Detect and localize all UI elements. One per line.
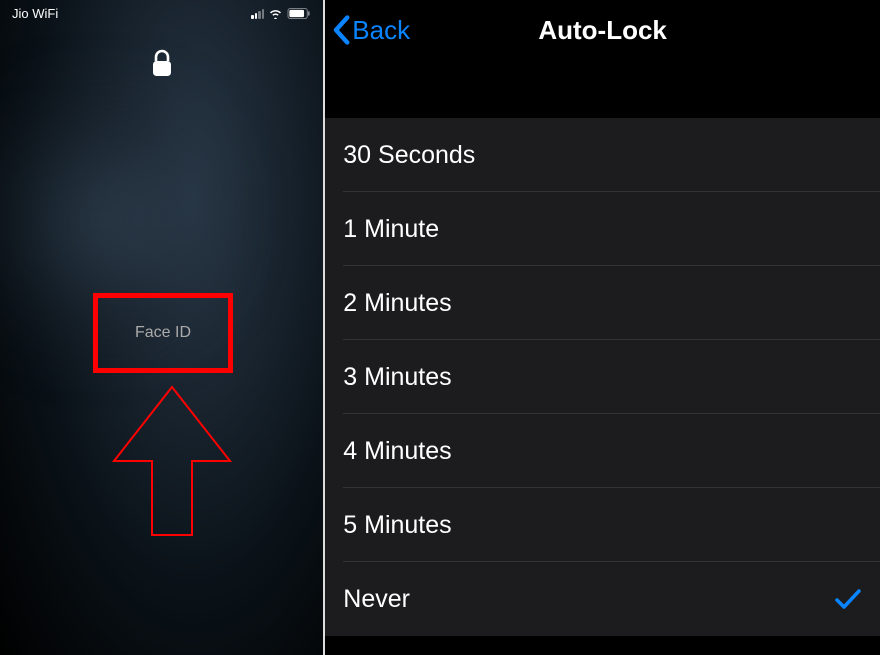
option-3-minutes[interactable]: 3 Minutes bbox=[325, 340, 880, 414]
option-30-seconds[interactable]: 30 Seconds bbox=[325, 118, 880, 192]
checkmark-icon bbox=[834, 588, 862, 610]
battery-icon bbox=[287, 8, 311, 19]
status-icons bbox=[251, 8, 311, 19]
section-spacer bbox=[325, 60, 880, 118]
option-label: 5 Minutes bbox=[343, 511, 451, 540]
option-label: 1 Minute bbox=[343, 215, 439, 244]
option-5-minutes[interactable]: 5 Minutes bbox=[325, 488, 880, 562]
option-label: 30 Seconds bbox=[343, 141, 475, 170]
option-label: 2 Minutes bbox=[343, 289, 451, 318]
option-1-minute[interactable]: 1 Minute bbox=[325, 192, 880, 266]
option-label: 3 Minutes bbox=[343, 363, 451, 392]
lock-icon bbox=[151, 49, 173, 79]
autolock-options-list: 30 Seconds 1 Minute 2 Minutes 3 Minutes … bbox=[325, 118, 880, 636]
option-2-minutes[interactable]: 2 Minutes bbox=[325, 266, 880, 340]
back-button[interactable]: Back bbox=[325, 15, 410, 46]
page-title: Auto-Lock bbox=[538, 15, 667, 46]
settings-panel: Back Auto-Lock 30 Seconds 1 Minute 2 Min… bbox=[325, 0, 880, 655]
lock-screen-panel: Jio WiFi Face ID bbox=[0, 0, 323, 655]
option-label: 4 Minutes bbox=[343, 437, 451, 466]
cellular-signal-icon bbox=[251, 9, 264, 19]
nav-header: Back Auto-Lock bbox=[325, 0, 880, 60]
option-4-minutes[interactable]: 4 Minutes bbox=[325, 414, 880, 488]
lock-indicator bbox=[0, 49, 323, 79]
option-label: Never bbox=[343, 585, 410, 614]
carrier-label: Jio WiFi bbox=[12, 6, 58, 21]
face-id-label: Face ID bbox=[135, 324, 191, 342]
wifi-icon bbox=[268, 8, 283, 19]
option-never[interactable]: Never bbox=[325, 562, 880, 636]
chevron-left-icon bbox=[331, 15, 351, 45]
annotation-arrow-icon bbox=[108, 383, 236, 538]
annotation-highlight-box: Face ID bbox=[93, 293, 233, 373]
status-bar: Jio WiFi bbox=[0, 0, 323, 21]
back-label: Back bbox=[352, 15, 410, 46]
